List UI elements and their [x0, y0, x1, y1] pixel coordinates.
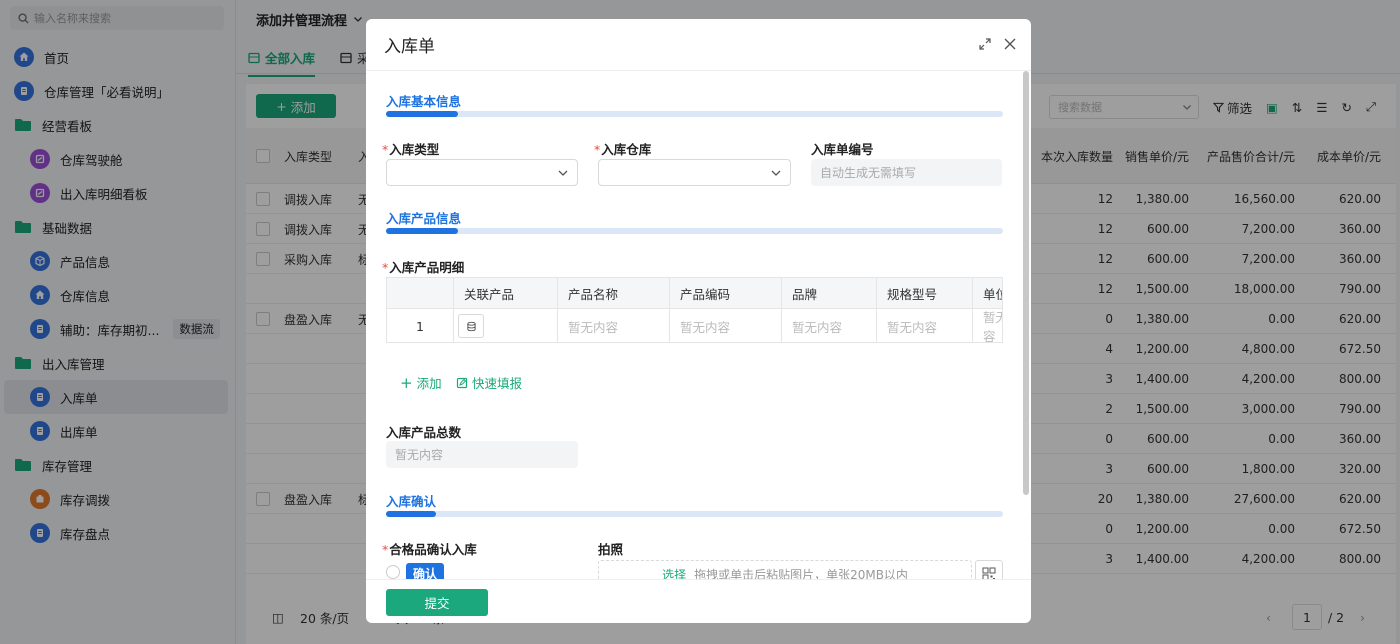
- product-code-cell[interactable]: 暂无内容: [670, 309, 782, 342]
- linked-product-cell[interactable]: [454, 309, 558, 342]
- inbound-type-select[interactable]: [386, 159, 578, 186]
- modal-header: 入库单: [366, 19, 1031, 71]
- qr-scan-button[interactable]: [975, 560, 1003, 579]
- upload-select-link[interactable]: 选择: [662, 566, 686, 580]
- add-detail-label: 添加: [416, 376, 442, 391]
- unit-cell[interactable]: 暂无内容: [973, 309, 1002, 342]
- column-header: 产品编码: [670, 278, 782, 309]
- section-bar: [386, 111, 1003, 117]
- field-label-qualified: *合格品确认入库: [382, 542, 477, 557]
- field-label-warehouse: *入库仓库: [594, 142, 652, 157]
- section-title-basic: 入库基本信息: [386, 94, 462, 109]
- product-name-cell[interactable]: 暂无内容: [558, 309, 670, 342]
- column-header: 产品名称: [558, 278, 670, 309]
- chevron-down-icon: [771, 170, 781, 176]
- photo-upload-area[interactable]: 选择 拖拽或单击后粘贴图片，单张20MB以内: [598, 560, 972, 579]
- expand-icon[interactable]: [979, 38, 991, 50]
- link-product-button[interactable]: [458, 314, 484, 338]
- edit-icon: [456, 377, 468, 388]
- column-header: 关联产品: [454, 278, 558, 309]
- product-detail-table: 关联产品 产品名称 产品编码 品牌 规格型号 单位 1 暂无内容 暂无内容 暂无…: [386, 277, 1003, 343]
- submit-button[interactable]: 提交: [386, 589, 488, 616]
- section-bar: [386, 228, 1003, 234]
- upload-hint: 拖拽或单击后粘贴图片，单张20MB以内: [694, 567, 908, 580]
- quick-fill-button[interactable]: 快速填报: [456, 373, 522, 392]
- inbound-form-modal: 入库单 入库基本信息 *入库类型 *入库仓库 入库单编号 自动生成无需填写 入库…: [366, 19, 1031, 623]
- plus-icon: +: [400, 373, 413, 392]
- database-icon: [466, 321, 476, 331]
- confirm-option[interactable]: 确认: [406, 563, 445, 579]
- section-bar: [386, 511, 1003, 517]
- field-label-details: *入库产品明细: [382, 260, 465, 275]
- qr-code-icon: [982, 567, 996, 579]
- field-label-photo: 拍照: [598, 542, 624, 557]
- quick-fill-label: 快速填报: [472, 376, 523, 391]
- field-label-number: 入库单编号: [811, 142, 874, 157]
- field-label-total: 入库产品总数: [386, 425, 462, 440]
- inbound-number-field: 自动生成无需填写: [811, 159, 1002, 186]
- add-detail-button[interactable]: + 添加: [400, 373, 442, 392]
- column-header: 单位: [973, 278, 1002, 309]
- spec-cell[interactable]: 暂无内容: [877, 309, 973, 342]
- detail-row-index: 1: [387, 309, 454, 342]
- chevron-down-icon: [558, 170, 568, 176]
- modal-scrollbar[interactable]: [1023, 71, 1029, 495]
- column-header: 规格型号: [877, 278, 973, 309]
- detail-index-header: [387, 278, 454, 309]
- section-title-confirm: 入库确认: [386, 494, 437, 509]
- modal-footer: 提交: [366, 579, 1031, 623]
- total-products-field: 暂无内容: [386, 441, 578, 468]
- qualified-radio[interactable]: [386, 565, 400, 579]
- field-label-type: *入库类型: [382, 142, 440, 157]
- column-header: 品牌: [782, 278, 877, 309]
- section-title-products: 入库产品信息: [386, 211, 462, 226]
- modal-body: 入库基本信息 *入库类型 *入库仓库 入库单编号 自动生成无需填写 入库产品信息…: [366, 71, 1021, 579]
- inbound-warehouse-select[interactable]: [598, 159, 791, 186]
- brand-cell[interactable]: 暂无内容: [782, 309, 877, 342]
- modal-title: 入库单: [384, 37, 435, 57]
- close-icon[interactable]: [1003, 37, 1017, 51]
